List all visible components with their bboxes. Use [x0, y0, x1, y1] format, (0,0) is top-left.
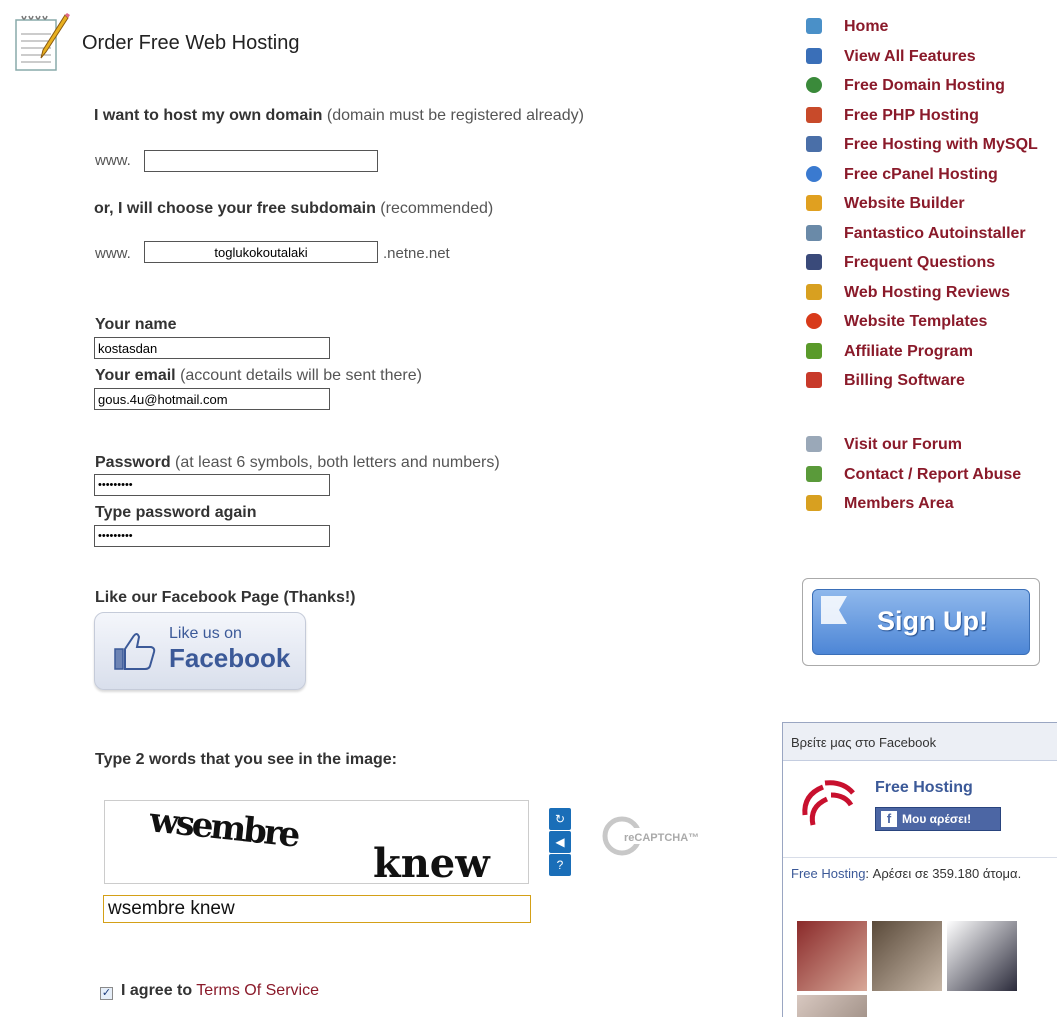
page-title: Order Free Web Hosting — [82, 32, 300, 54]
thumbs-up-icon — [114, 633, 156, 670]
signup-button[interactable]: Sign Up! — [812, 589, 1030, 655]
signup-badge-icon — [821, 596, 847, 624]
home-icon — [806, 18, 822, 34]
password-input[interactable] — [94, 474, 330, 496]
forum-icon — [806, 436, 822, 452]
own-domain-prefix: www. — [95, 152, 131, 169]
facebook-like-count: Free Hosting: Αρέσει σε 359.180 άτομα. — [791, 865, 1041, 883]
nav-item-web-hosting-reviews[interactable]: Web Hosting Reviews — [806, 282, 1057, 306]
facebook-like-heading: Like our Facebook Page (Thanks!) — [95, 589, 356, 606]
free-hosting-logo[interactable] — [795, 775, 861, 841]
captcha-word1: wsembre — [147, 801, 302, 856]
facebook-like-line2: Facebook — [169, 643, 291, 673]
subdomain-input[interactable] — [144, 241, 378, 263]
subdomain-label-bold: or, I will choose your free subdomain — [94, 200, 376, 217]
email-label-note: (account details will be sent there) — [180, 367, 422, 384]
password-label-bold: Password — [95, 454, 171, 471]
captcha-prompt: Type 2 words that you see in the image: — [95, 751, 397, 768]
signup-label: Sign Up! — [877, 606, 988, 636]
globe-icon — [806, 77, 822, 93]
nav-item-visit-forum[interactable]: Visit our Forum — [806, 434, 1057, 458]
email-input[interactable] — [94, 388, 330, 410]
billing-icon — [806, 372, 822, 388]
facebook-widget-header: Βρείτε μας στο Facebook — [783, 723, 1057, 761]
nav-item-free-domain-hosting[interactable]: Free Domain Hosting — [806, 75, 1057, 99]
own-domain-label-note: (domain must be registered already) — [326, 107, 584, 124]
own-domain-input[interactable] — [144, 150, 378, 172]
subdomain-label-note: (recommended) — [380, 200, 494, 217]
svg-text:reCAPTCHA™: reCAPTCHA™ — [624, 832, 699, 844]
nav-item-free-php-hosting[interactable]: Free PHP Hosting — [806, 105, 1057, 129]
nav-item-free-cpanel-hosting[interactable]: Free cPanel Hosting — [806, 164, 1057, 188]
fan-avatar[interactable] — [797, 921, 867, 991]
captcha-image: wsembre knew — [104, 800, 529, 887]
nav-item-free-hosting-mysql[interactable]: Free Hosting with MySQL — [806, 134, 1057, 158]
facebook-page-name[interactable]: Free Hosting — [875, 779, 973, 797]
audio-icon[interactable]: ◀ — [549, 831, 571, 853]
reviews-icon — [806, 283, 822, 300]
email-label-bold: Your email — [95, 367, 176, 384]
php-file-icon — [806, 106, 822, 123]
subdomain-suffix: .netne.net — [383, 245, 450, 262]
name-label: Your name — [95, 316, 177, 333]
password-again-label: Type password again — [95, 504, 257, 521]
recaptcha-logo: reCAPTCHA™ — [602, 816, 710, 856]
nav-item-affiliate-program[interactable]: Affiliate Program — [806, 341, 1057, 365]
checklist-icon — [806, 47, 822, 64]
refresh-icon[interactable]: ↻ — [549, 808, 571, 830]
cpanel-icon — [806, 165, 822, 182]
notepad-pencil-icon — [15, 13, 70, 71]
nav-item-members-area[interactable]: Members Area — [806, 493, 1057, 517]
facebook-like-line1: Like us on — [169, 625, 242, 642]
contact-icon — [806, 465, 822, 482]
installer-icon — [806, 224, 822, 241]
question-icon — [806, 254, 822, 270]
agree-row: ✓ I agree to Terms Of Service — [100, 982, 319, 1000]
fan-avatar[interactable] — [797, 995, 867, 1017]
nav-item-billing-software[interactable]: Billing Software — [806, 370, 1057, 394]
subdomain-label: or, I will choose your free subdomain (r… — [94, 200, 493, 218]
agree-checkbox[interactable]: ✓ — [100, 987, 113, 1000]
name-input[interactable] — [94, 337, 330, 359]
database-icon — [806, 136, 822, 152]
fan-avatar[interactable] — [872, 921, 942, 991]
facebook-widget: Βρείτε μας στο Facebook Free Hosting f Μ… — [782, 722, 1057, 1017]
captcha-controls: ↻ ◀ ? — [549, 808, 571, 877]
nav-item-home[interactable]: Home — [806, 16, 1057, 40]
email-label: Your email (account details will be sent… — [95, 367, 422, 385]
password-label: Password (at least 6 symbols, both lette… — [95, 454, 500, 472]
builder-icon — [806, 195, 822, 211]
nav-item-view-all-features[interactable]: View All Features — [806, 46, 1057, 70]
fan-avatar[interactable] — [947, 921, 1017, 991]
agree-prefix: I agree to — [121, 982, 193, 999]
captcha-input[interactable] — [103, 895, 531, 923]
facebook-like-button[interactable]: Like us on Facebook — [94, 612, 306, 690]
password-again-input[interactable] — [94, 525, 330, 547]
own-domain-label-bold: I want to host my own domain — [94, 107, 323, 124]
help-icon[interactable]: ? — [549, 854, 571, 876]
subdomain-prefix: www. — [95, 245, 131, 262]
facebook-f-icon: f — [881, 811, 897, 827]
password-label-note: (at least 6 symbols, both letters and nu… — [175, 454, 500, 471]
facebook-count-name[interactable]: Free Hosting — [791, 866, 865, 881]
nav-item-contact-report-abuse[interactable]: Contact / Report Abuse — [806, 464, 1057, 488]
templates-icon — [806, 313, 822, 329]
facebook-like-widget-button[interactable]: f Μου αρέσει! — [875, 807, 1001, 831]
captcha-word2: knew — [373, 840, 491, 883]
lock-icon — [806, 495, 822, 511]
own-domain-label: I want to host my own domain (domain mus… — [94, 107, 584, 125]
signup-box: Sign Up! — [802, 578, 1040, 666]
nav-item-website-builder[interactable]: Website Builder — [806, 193, 1057, 217]
nav-item-frequent-questions[interactable]: Frequent Questions — [806, 252, 1057, 276]
nav-item-website-templates[interactable]: Website Templates — [806, 311, 1057, 335]
facebook-like-widget-label: Μου αρέσει! — [902, 812, 972, 826]
facebook-widget-divider — [783, 857, 1057, 858]
nav-item-fantastico[interactable]: Fantastico Autoinstaller — [806, 223, 1057, 247]
facebook-count-text: : Αρέσει σε 359.180 άτομα. — [865, 866, 1022, 881]
affiliate-icon — [806, 342, 822, 359]
terms-of-service-link[interactable]: Terms Of Service — [196, 982, 319, 999]
